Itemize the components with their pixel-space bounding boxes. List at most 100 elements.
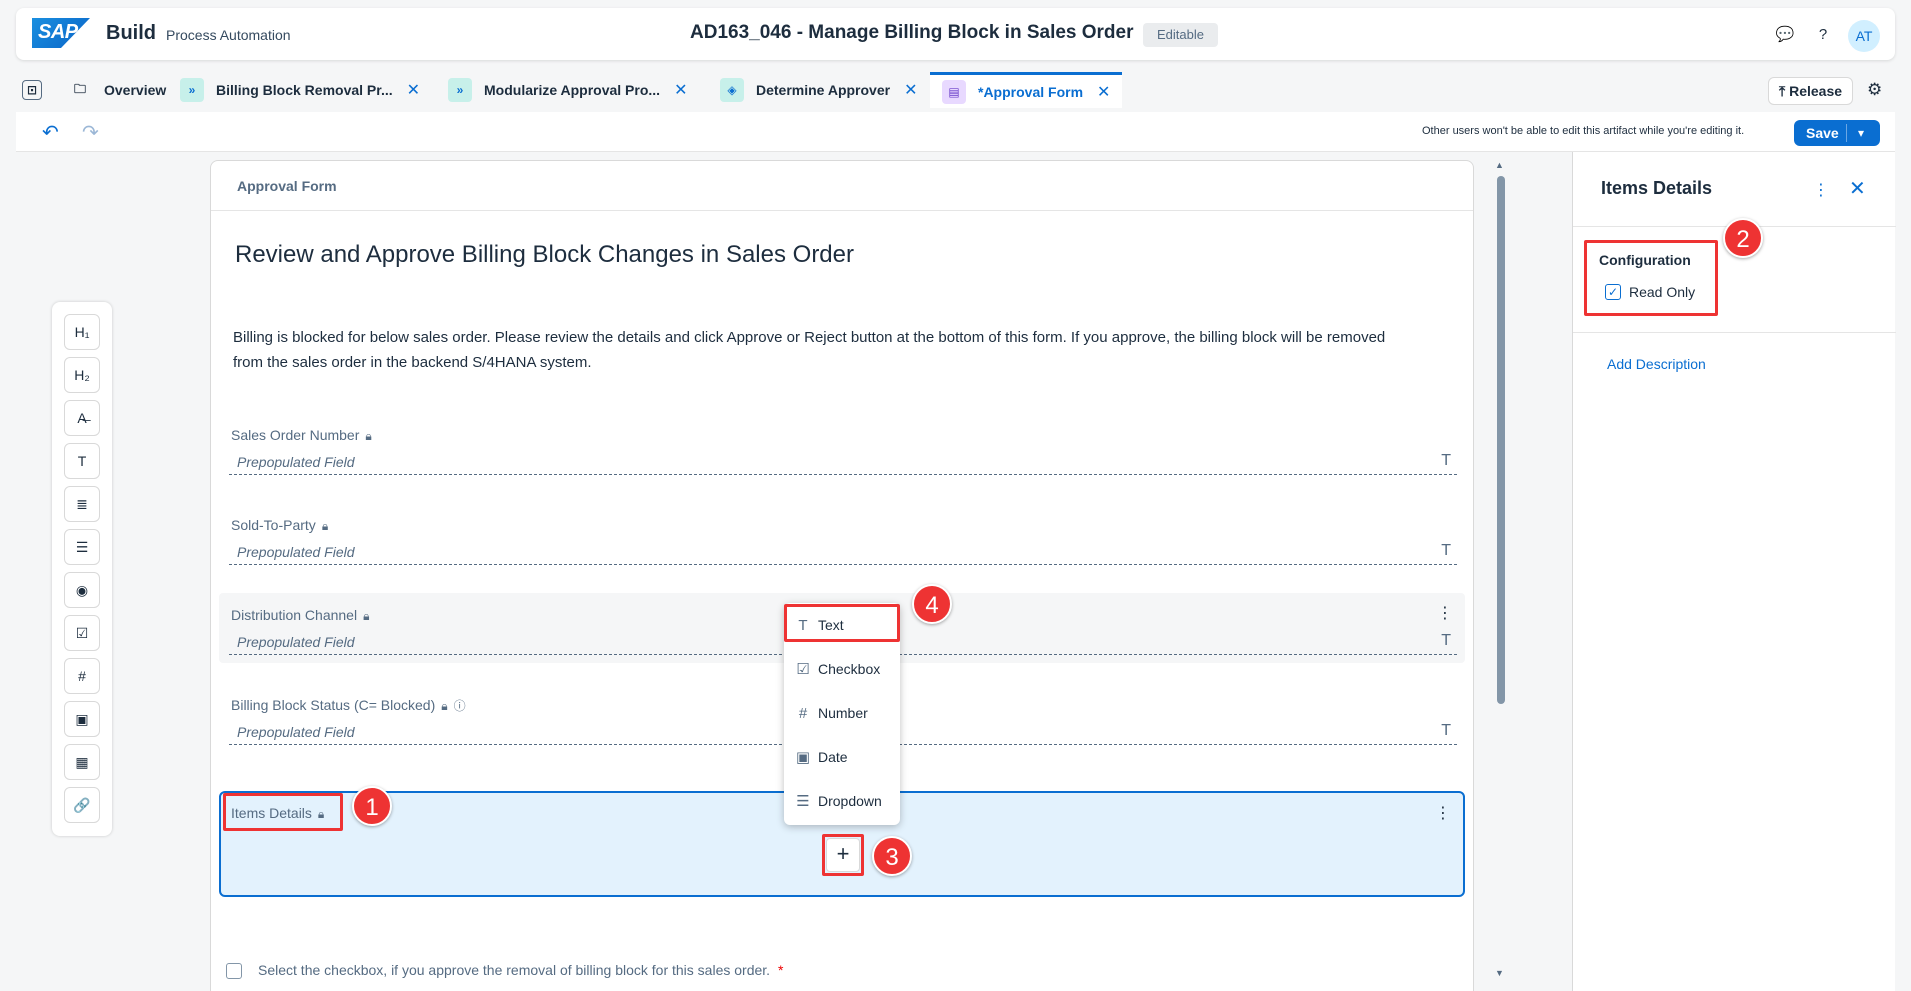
number-icon[interactable]: # — [64, 658, 100, 694]
avatar[interactable]: AT — [1848, 20, 1880, 52]
editor-toolbar: ↶ ↷ Other users won't be able to edit th… — [16, 112, 1895, 152]
upload-icon: ⤒ — [1779, 83, 1786, 99]
tab-billing-block-removal[interactable]: » Billing Block Removal Pr... ✕ — [180, 72, 420, 108]
shell-bar: SAP Build Process Automation AD163_046 -… — [16, 8, 1895, 60]
field-label: Distribution Channel 🔒︎ — [231, 607, 370, 623]
more-icon[interactable]: ⋮ — [1435, 803, 1451, 823]
text-field-icon[interactable]: T — [64, 443, 100, 479]
close-icon[interactable]: ✕ — [1097, 82, 1110, 102]
date-icon: ▣ — [795, 749, 811, 766]
close-icon[interactable]: ✕ — [904, 80, 917, 100]
number-icon: # — [798, 704, 808, 722]
approve-checkbox[interactable] — [226, 963, 242, 980]
folder-icon: 🗀 — [73, 81, 86, 96]
edit-lock-note: Other users won't be able to edit this a… — [1422, 125, 1745, 137]
form-description[interactable]: Billing is blocked for below sales order… — [233, 325, 1413, 375]
tab-modularize-approval[interactable]: » Modularize Approval Pro... ✕ — [448, 72, 687, 108]
checkbox-icon[interactable]: ☑ — [64, 615, 100, 651]
field-input[interactable]: Prepopulated Field T — [229, 451, 1457, 475]
text-style-icon[interactable]: A̶ — [64, 400, 100, 436]
annotation-box-4 — [784, 604, 900, 642]
tab-bar: ⊡ 🗀 Overview » Billing Block Removal Pr.… — [16, 72, 1895, 108]
field-sold-to-party[interactable]: Sold-To-Party 🔒︎ Prepopulated Field T — [219, 503, 1465, 573]
add-description-link[interactable]: Add Description — [1607, 356, 1706, 372]
radio-icon[interactable]: ◉ — [64, 572, 100, 608]
field-label: Sold-To-Party 🔒︎ — [231, 517, 329, 533]
canvas-header: Approval Form — [211, 161, 1473, 211]
tab-label: Billing Block Removal Pr... — [216, 82, 393, 98]
callout-1: 1 — [352, 786, 392, 826]
lock-icon: 🔒︎ — [441, 699, 448, 713]
undo-icon[interactable]: ↶ — [42, 120, 59, 145]
lock-icon: 🔒︎ — [365, 429, 372, 443]
callout-2: 2 — [1723, 218, 1763, 258]
approve-checkbox-row[interactable]: Select the checkbox, if you approve the … — [226, 962, 784, 980]
decision-icon: ◈ — [720, 78, 744, 102]
form-header-label: Approval Form — [237, 178, 337, 194]
sap-logo[interactable]: SAP — [32, 18, 90, 48]
callout-3: 3 — [872, 836, 912, 876]
redo-icon[interactable]: ↷ — [82, 120, 99, 145]
text-type-icon: T — [1441, 542, 1451, 559]
table-icon[interactable]: ▦ — [64, 744, 100, 780]
tab-determine-approver[interactable]: ◈ Determine Approver ✕ — [720, 72, 917, 108]
feedback-icon[interactable]: 💬 — [1774, 24, 1796, 46]
scrollbar-thumb[interactable] — [1497, 176, 1505, 704]
menu-item-dropdown[interactable]: ☰ Dropdown — [784, 783, 900, 819]
heading2-icon[interactable]: H₂ — [64, 357, 100, 393]
scroll-up-icon[interactable]: ▲ — [1495, 160, 1504, 170]
menu-item-date[interactable]: ▣ Date — [784, 739, 900, 775]
more-icon[interactable]: ⋮ — [1813, 180, 1829, 200]
close-icon[interactable]: ✕ — [674, 80, 687, 100]
tab-label: Overview — [104, 82, 167, 98]
close-icon[interactable]: ✕ — [1849, 176, 1866, 201]
annotation-box-3 — [822, 834, 864, 876]
divider — [1573, 332, 1896, 333]
save-button[interactable]: Save ▾ — [1794, 120, 1880, 146]
close-icon[interactable]: ✕ — [407, 80, 420, 100]
process-icon: » — [448, 78, 472, 102]
date-icon[interactable]: ▣ — [64, 701, 100, 737]
text-type-icon: T — [1441, 722, 1451, 739]
document-title: AD163_046 - Manage Billing Block in Sale… — [690, 22, 1134, 43]
lock-icon: 🔒︎ — [321, 519, 329, 533]
help-icon[interactable]: ⓘ — [454, 699, 466, 713]
text-type-icon: T — [1441, 452, 1451, 469]
link-icon[interactable]: 🔗 — [64, 787, 100, 823]
form-icon: ▤ — [942, 79, 966, 104]
menu-item-checkbox[interactable]: ☑ Checkbox — [784, 651, 900, 687]
status-badge: Editable — [1143, 23, 1218, 47]
text-type-icon: T — [1441, 632, 1451, 649]
sidebar-toggle[interactable]: ⊡ — [22, 72, 54, 108]
callout-4: 4 — [912, 584, 952, 624]
chevron-down-icon[interactable]: ▾ — [1858, 120, 1864, 146]
list-icon: ☰ — [796, 793, 810, 810]
field-label: Billing Block Status (C= Blocked) 🔒︎ ⓘ — [231, 697, 466, 713]
heading1-icon[interactable]: H₁ — [64, 314, 100, 350]
tab-label: Determine Approver — [756, 82, 891, 98]
paragraph-icon[interactable]: ≣ — [64, 486, 100, 522]
more-icon[interactable]: ⋮ — [1437, 603, 1453, 623]
form-title[interactable]: Review and Approve Billing Block Changes… — [235, 241, 854, 269]
field-sales-order-number[interactable]: Sales Order Number 🔒︎ Prepopulated Field … — [219, 413, 1465, 483]
lock-icon: 🔒︎ — [363, 609, 370, 623]
app-subtitle: Process Automation — [166, 27, 291, 43]
tab-overview[interactable]: 🗀 Overview — [68, 72, 166, 108]
sidebar-toggle-icon: ⊡ — [22, 80, 42, 100]
panel-title: Items Details — [1601, 178, 1713, 198]
tab-label: Modularize Approval Pro... — [484, 82, 661, 98]
form-element-palette: H₁ H₂ A̶ T ≣ ☰ ◉ ☑ # ▣ ▦ 🔗 — [52, 302, 112, 836]
required-mark: * — [778, 962, 784, 978]
field-input[interactable]: Prepopulated Field T — [229, 541, 1457, 565]
divider — [1846, 124, 1847, 142]
release-button[interactable]: ⤒ Release — [1768, 77, 1854, 105]
gear-icon[interactable]: ⚙ — [1867, 80, 1882, 100]
scroll-down-icon[interactable]: ▼ — [1495, 968, 1504, 978]
help-icon[interactable]: ? — [1812, 24, 1834, 46]
checkbox-icon: ☑ — [796, 661, 810, 678]
annotation-box-2 — [1584, 240, 1718, 316]
tab-approval-form[interactable]: ▤ *Approval Form ✕ — [930, 72, 1123, 108]
field-label: Sales Order Number 🔒︎ — [231, 427, 372, 443]
list-icon[interactable]: ☰ — [64, 529, 100, 565]
menu-item-number[interactable]: # Number — [784, 695, 900, 731]
